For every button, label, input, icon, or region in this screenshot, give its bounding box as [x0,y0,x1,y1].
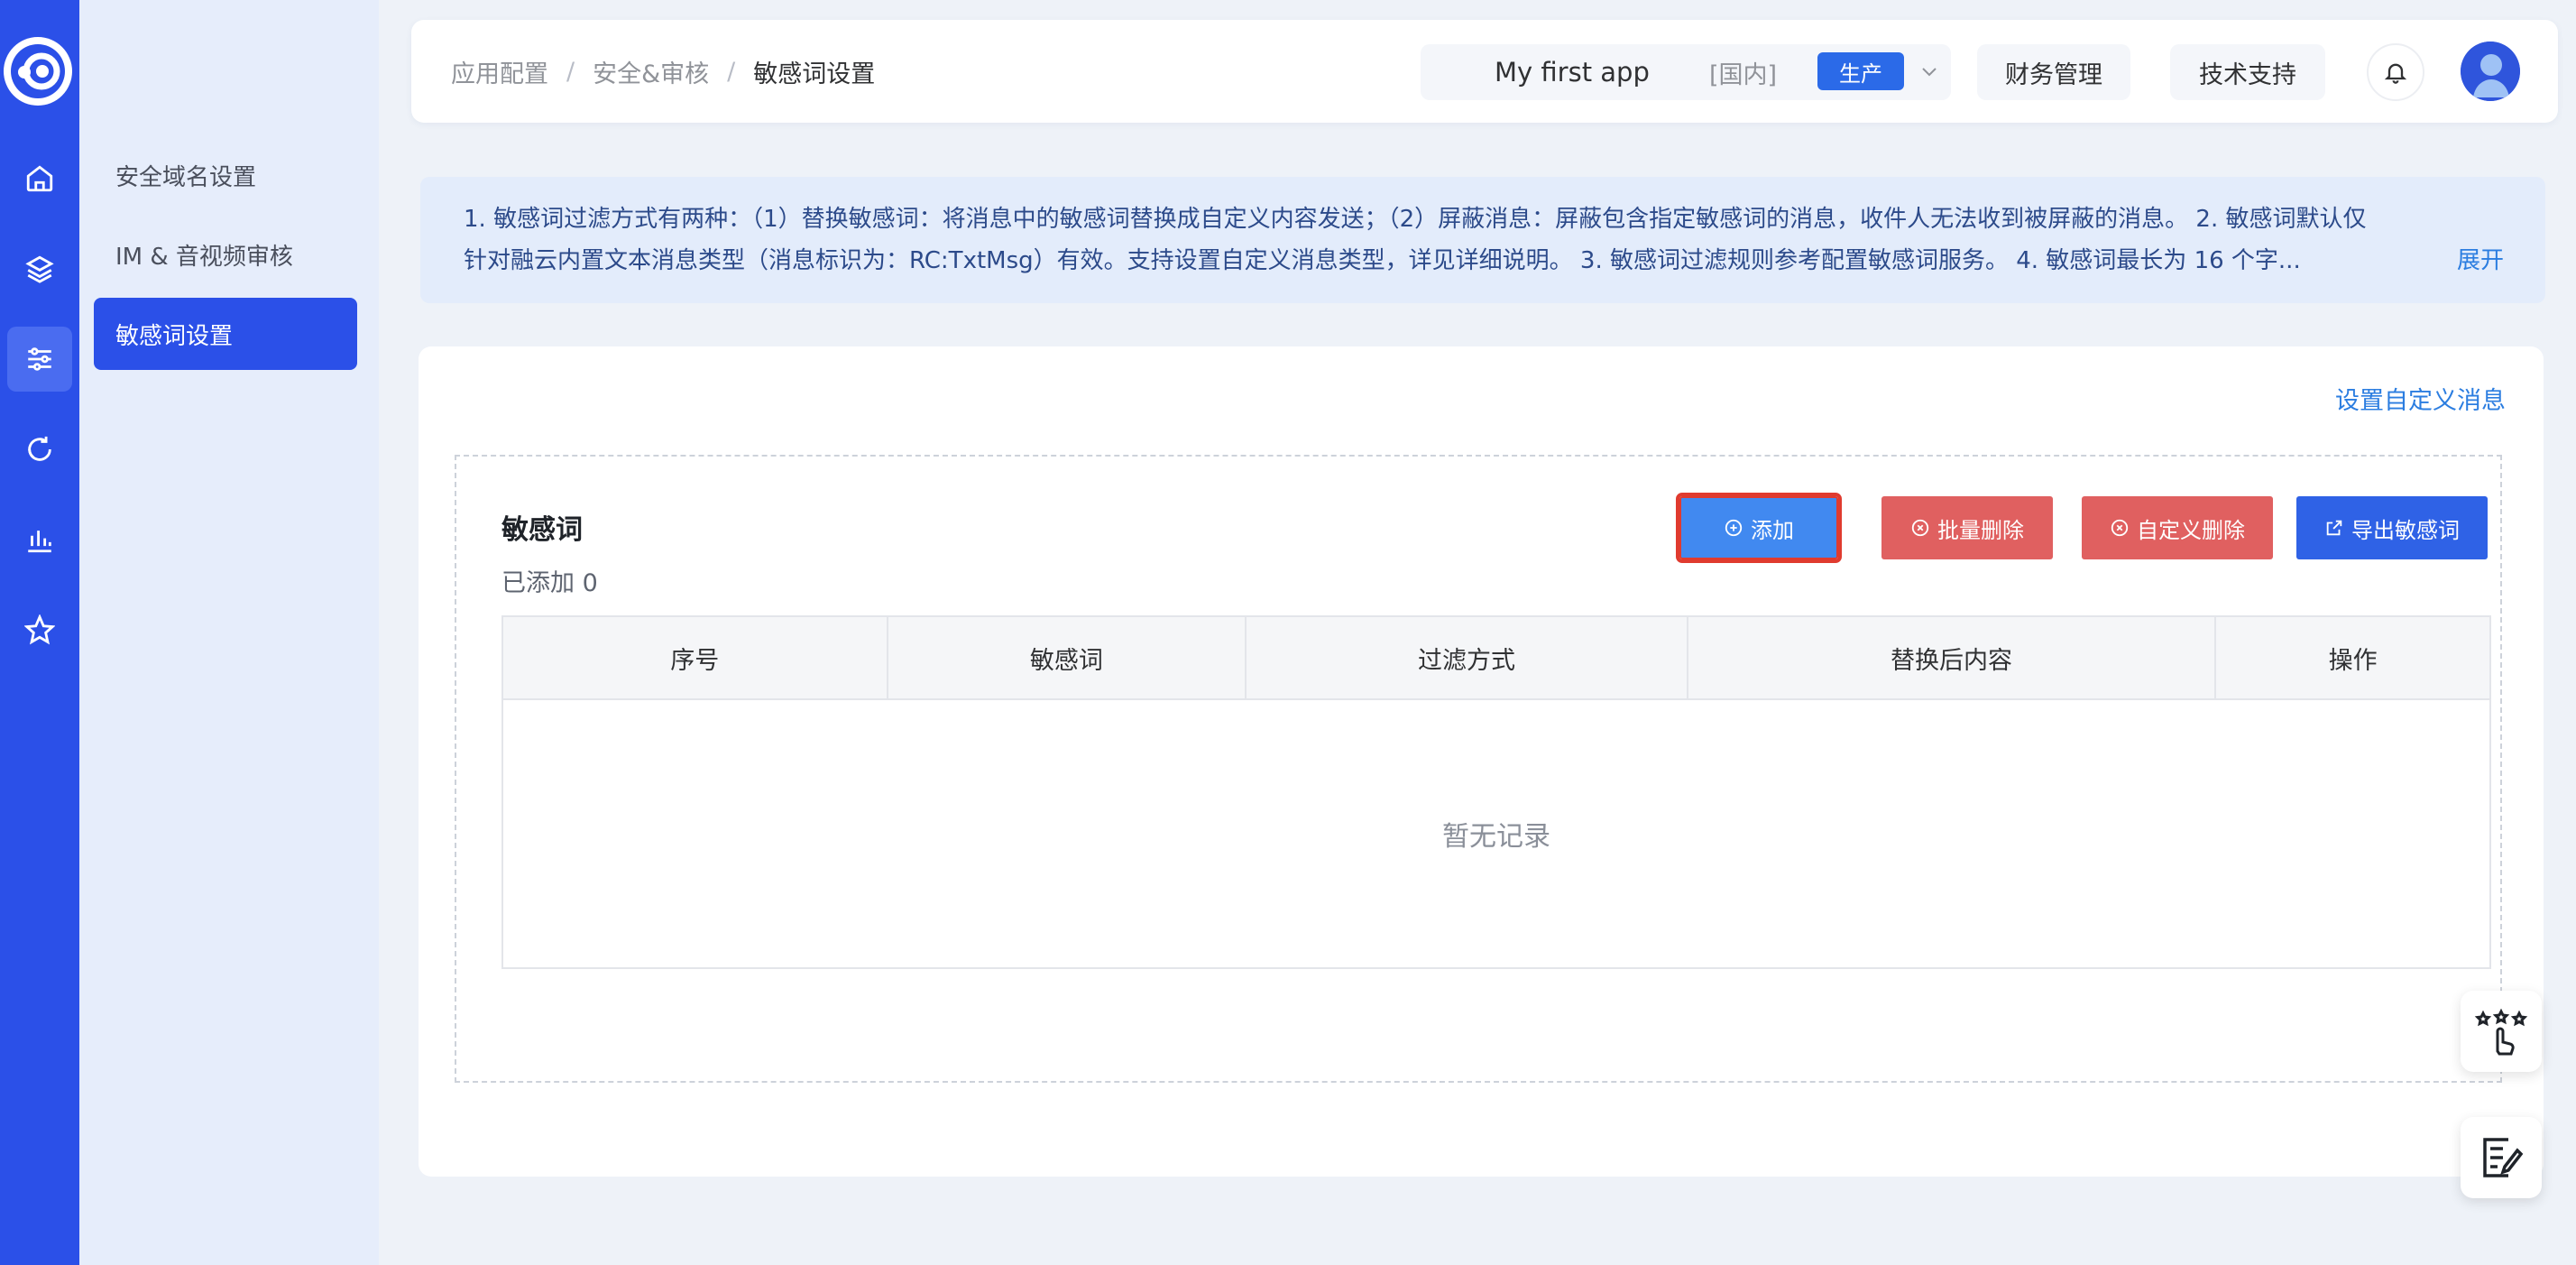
sidebar-item-secure-domain[interactable]: 安全域名设置 [94,139,357,211]
bulk-delete-button[interactable]: 批量删除 [1881,496,2053,559]
app-switcher[interactable]: My first app [国内] 生产 [1421,44,1951,100]
sidebar-item-im-av-review[interactable]: IM & 音视频审核 [94,218,357,291]
app-region: [国内] [1709,60,1778,89]
close-circle-icon [2111,519,2129,537]
close-circle-icon [1911,519,1929,537]
column-header-filter-mode: 过滤方式 [1245,615,1688,700]
plus-circle-icon [1725,519,1743,537]
app-logo-icon[interactable] [4,37,72,106]
export-icon [2326,520,2342,536]
breadcrumb-item-current: 敏感词设置 [753,60,876,88]
added-count: 已添加 0 [501,569,598,597]
bell-icon[interactable] [2367,43,2424,101]
breadcrumb: 应用配置 / 安全&审核 / 敏感词设置 [451,20,875,123]
word-list-panel: 敏感词 已添加 0 添加 批量删除 自定义删除 导出敏感词 序号 敏感词 过滤方… [455,455,2502,1083]
info-banner: 1. 敏感词过滤方式有两种：（1）替换敏感词：将消息中的敏感词替换成自定义内容发… [420,177,2545,303]
breadcrumb-separator: / [727,57,736,86]
add-button-label: 添加 [1751,517,1794,543]
custom-message-link[interactable]: 设置自定义消息 [2335,381,2506,416]
touch-stars-icon [2474,1008,2528,1056]
sliders-icon[interactable] [7,327,72,392]
env-badge: 生产 [1817,52,1904,90]
finance-button[interactable]: 财务管理 [1977,44,2130,100]
breadcrumb-item-app-config[interactable]: 应用配置 [451,54,548,89]
sidebar-item-label: 安全域名设置 [115,163,257,191]
icon-rail [0,0,79,1265]
export-label: 导出敏感词 [2351,517,2460,543]
chevron-down-icon [1918,60,1940,86]
empty-state-text: 暂无记录 [501,698,2491,969]
column-header-replacement: 替换后内容 [1686,615,2217,700]
layers-icon[interactable] [7,236,72,301]
guide-float-button[interactable] [2461,991,2542,1072]
bar-chart-icon[interactable] [7,507,72,572]
sensitive-words-table: 序号 敏感词 过滤方式 替换后内容 操作 暂无记录 [501,615,2491,969]
column-header-word: 敏感词 [886,615,1247,700]
breadcrumb-item-security[interactable]: 安全&审核 [593,54,709,89]
feedback-float-button[interactable] [2461,1117,2542,1198]
info-line-1: 1. 敏感词过滤方式有两种：（1）替换敏感词：将消息中的敏感词替换成自定义内容发… [464,206,2367,233]
home-icon[interactable] [7,146,72,211]
avatar[interactable] [2461,42,2520,101]
column-header-index: 序号 [501,615,888,700]
sidebar-item-label: 敏感词设置 [115,322,234,350]
sidebar-item-sensitive-words[interactable]: 敏感词设置 [94,298,357,370]
custom-delete-button[interactable]: 自定义删除 [2082,496,2273,559]
support-button[interactable]: 技术支持 [2170,44,2325,100]
add-button[interactable]: 添加 [1676,493,1842,563]
star-icon[interactable] [7,597,72,662]
section-title: 敏感词 [501,514,583,546]
breadcrumb-separator: / [566,57,575,86]
edit-note-icon [2483,1138,2524,1177]
custom-delete-label: 自定义删除 [2137,517,2245,543]
empty-row: 暂无记录 [501,698,2491,969]
sensitive-words-card: 设置自定义消息 敏感词 已添加 0 添加 批量删除 自定义删除 导出敏感词 序号… [419,346,2544,1177]
expand-link[interactable]: 展开 [2457,240,2504,282]
secondary-sidebar: 安全域名设置 IM & 音视频审核 敏感词设置 [79,0,379,1265]
sidebar-item-label: IM & 音视频审核 [115,243,293,271]
app-name: My first app [1495,57,1650,88]
top-header: 应用配置 / 安全&审核 / 敏感词设置 My first app [国内] 生… [411,20,2558,123]
table-header-row: 序号 敏感词 过滤方式 替换后内容 操作 [501,615,2491,700]
export-button[interactable]: 导出敏感词 [2296,496,2488,559]
refresh-icon[interactable] [7,417,72,482]
info-line-2: 针对融云内置文本消息类型（消息标识为：RC:TxtMsg）有效。支持设置自定义消… [464,247,2301,274]
column-header-actions: 操作 [2214,615,2491,700]
bulk-delete-label: 批量删除 [1937,517,2024,543]
